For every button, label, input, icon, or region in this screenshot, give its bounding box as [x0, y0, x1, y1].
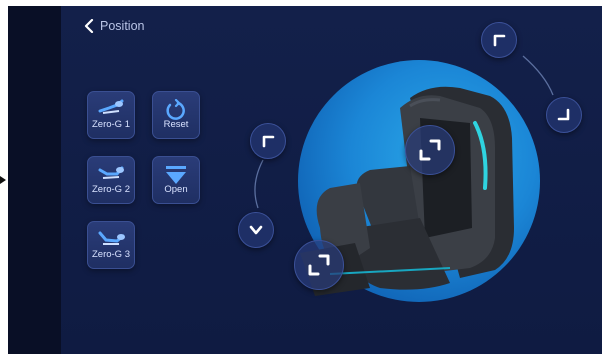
expand-arrows-icon — [308, 254, 330, 276]
corner-arrow-icon — [557, 108, 570, 121]
foot-adjust-button[interactable] — [294, 240, 344, 290]
legrest-up-button[interactable] — [250, 123, 286, 159]
legrest-down-button[interactable] — [238, 212, 274, 248]
seat-adjust-button[interactable] — [405, 125, 455, 175]
expand-arrows-icon — [419, 139, 441, 161]
corner-arrow-icon — [493, 34, 506, 47]
chevron-down-icon — [249, 225, 263, 235]
backrest-down-button[interactable] — [546, 97, 582, 133]
backrest-up-button[interactable] — [481, 22, 517, 58]
corner-arrow-icon — [262, 135, 275, 148]
